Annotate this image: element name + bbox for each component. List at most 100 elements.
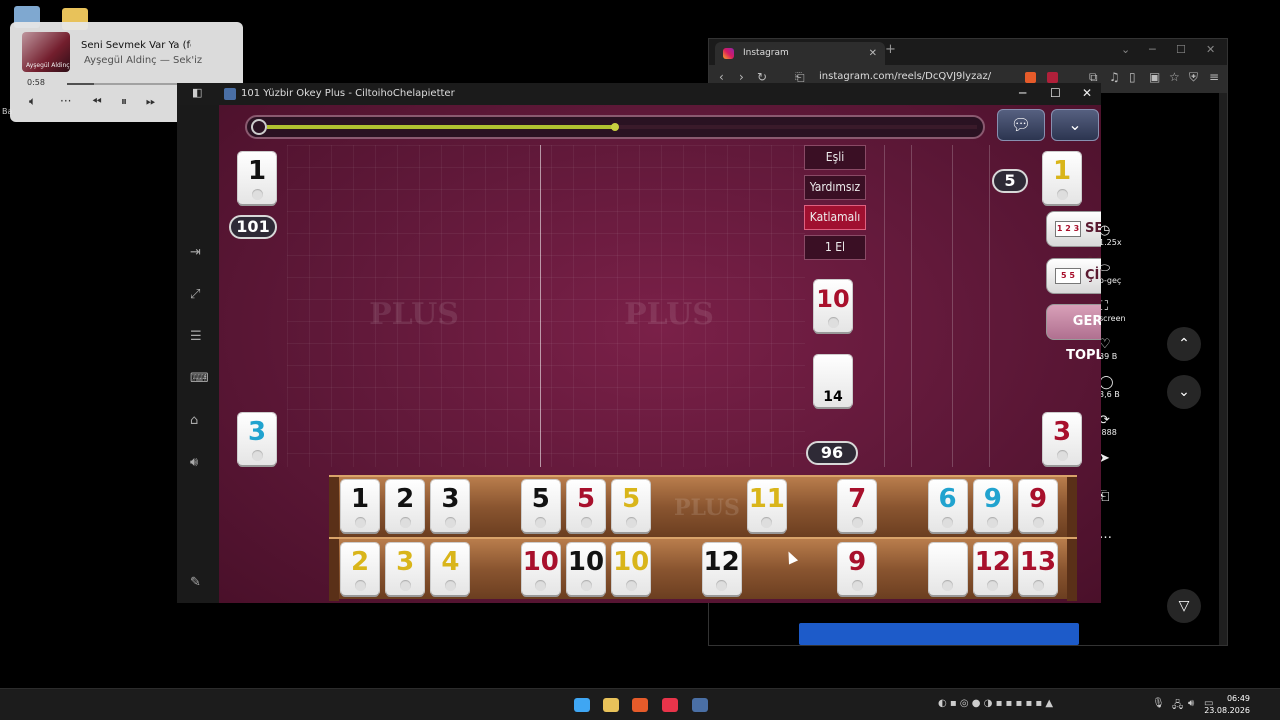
left-player-tile[interactable]: 1 (238, 152, 276, 204)
next-icon[interactable]: ⏩︎ (146, 94, 156, 109)
exit-icon[interactable]: ⇥ (190, 245, 201, 260)
url-field[interactable]: instagram.com/reels/DcQVJ9lyzaz/ (819, 71, 991, 82)
tile-dot (1032, 517, 1044, 528)
wallet-icon[interactable]: ▣ (1149, 70, 1160, 84)
rack-tile[interactable]: 1 (341, 480, 379, 532)
tab-instagram[interactable]: Instagram ✕ (715, 42, 885, 65)
brave-shield-icon[interactable] (1025, 72, 1036, 83)
rack-tile[interactable]: 2 (386, 480, 425, 532)
rack-tile[interactable]: 5 (521, 480, 560, 532)
close-icon[interactable]: ✕ (1206, 43, 1215, 56)
rack-tile[interactable]: 13 (1019, 543, 1057, 595)
reel-action[interactable]: ⟳ .888 (1099, 413, 1129, 437)
tile-value: 3 (247, 417, 267, 447)
reel-action[interactable]: ◷ 1.25x (1099, 223, 1129, 247)
tile-value: 9 (848, 547, 867, 577)
seri-ac-button[interactable]: 1 2 3 SERİ AÇ (1046, 211, 1101, 270)
reel-action[interactable]: ◯ 3,6 B (1099, 375, 1129, 399)
rack-tile[interactable]: 7 (838, 480, 877, 532)
brave-browser-icon[interactable] (632, 698, 648, 712)
reel-action[interactable]: ♡ 39 B (1099, 337, 1129, 361)
rack-tile[interactable]: 5 (567, 480, 605, 532)
rewards-icon[interactable] (1047, 72, 1058, 83)
right-player-tile[interactable]: 1 (1043, 152, 1081, 204)
rack-tile[interactable]: 10 (567, 543, 605, 595)
rack-tile[interactable]: 9 (1019, 480, 1057, 532)
keyboard-icon[interactable]: ⌨ (190, 371, 209, 386)
minimize-icon[interactable]: ─ (1149, 43, 1156, 56)
rack-tile[interactable]: 5 (612, 480, 651, 532)
settings-sliders-icon[interactable]: ☰ (190, 329, 202, 344)
windows-start-icon[interactable] (574, 698, 590, 712)
clock[interactable]: 06:49 23.08.2026 (1204, 693, 1250, 717)
notes-icon[interactable]: ✎ (190, 575, 201, 590)
close-tab-icon[interactable]: ✕ (869, 42, 877, 65)
rack-tile[interactable]: 3 (386, 543, 425, 595)
forward-icon[interactable]: › (739, 70, 744, 84)
scrollbar[interactable] (1219, 93, 1227, 645)
sound-icon[interactable]: 🔊︎ (190, 455, 198, 470)
filter-button[interactable]: ▽ (1167, 589, 1201, 623)
maximize-icon[interactable]: ☐ (1050, 86, 1061, 100)
tile-value: 10 (567, 547, 605, 577)
rack-tile[interactable]: 4 (431, 543, 470, 595)
rack-tile[interactable]: 9 (838, 543, 877, 595)
tile-value: 9 (1028, 484, 1048, 514)
rack-tile[interactable]: 2 (341, 543, 379, 595)
volume-icon[interactable]: 🔊︎ (1188, 698, 1194, 709)
music-icon[interactable]: ♫ (1109, 70, 1120, 84)
reel-action[interactable]: ⬭ o-geç (1099, 261, 1129, 285)
rack-tile[interactable]: 12 (973, 543, 1012, 595)
next-reel-button[interactable]: ⌄ (1167, 375, 1201, 409)
rack-tile[interactable] (928, 543, 967, 595)
tray-icons[interactable]: ◐ ▪ ◎ ● ◑ ▪ ▪ ▪ ▪ ▪ ▲ (938, 698, 1053, 709)
reel-action[interactable]: ⎗ (1099, 489, 1129, 504)
rack-tile[interactable]: 11 (747, 480, 786, 532)
reel-action[interactable]: ➤ (1099, 451, 1129, 466)
tab-list-icon[interactable]: ⌄ (1121, 43, 1130, 56)
music-app-icon[interactable] (662, 698, 678, 712)
pause-icon[interactable]: ⏸︎ (121, 94, 127, 109)
right-bottom-tile[interactable]: 3 (1043, 413, 1081, 465)
rack-tile[interactable]: 10 (521, 543, 560, 595)
previous-reel-button[interactable]: ⌃ (1167, 327, 1201, 361)
sidebar-icon[interactable]: ▯ (1129, 70, 1136, 84)
fullscreen-icon[interactable]: ⤢ (190, 287, 200, 302)
cift-ac-button[interactable]: 5 5 ÇİFT AÇ (1046, 258, 1101, 317)
rack-tile[interactable]: 10 (612, 543, 651, 595)
favorite-icon[interactable]: ☆ (1169, 70, 1180, 84)
new-tab-icon[interactable]: + (885, 42, 896, 57)
tag-icon[interactable]: ⌂ (190, 413, 198, 428)
reel-action-label: .888 (1099, 428, 1117, 437)
close-icon[interactable]: ✕ (1082, 86, 1092, 100)
tile-dot (580, 517, 592, 528)
microphone-icon[interactable]: 🎙︎ (1152, 698, 1165, 709)
file-explorer-icon[interactable] (603, 698, 619, 712)
volume-icon[interactable]: 🔈︎ (29, 94, 36, 109)
menu-icon[interactable]: ≡ (1209, 70, 1219, 84)
network-icon[interactable]: 🖧︎ (1172, 698, 1183, 715)
previous-icon[interactable]: ⏪︎ (92, 94, 102, 109)
reel-action[interactable]: … (1099, 527, 1129, 542)
game-app-icon[interactable] (692, 698, 708, 712)
more-icon[interactable]: ··· (60, 94, 71, 108)
maximize-icon[interactable]: ☐ (1176, 43, 1186, 56)
sidebar-toggle-icon[interactable]: ◧ (192, 86, 202, 99)
minimize-icon[interactable]: ─ (1019, 86, 1026, 100)
back-icon[interactable]: ‹ (719, 70, 724, 84)
shield-icon[interactable]: ⛨ (1189, 70, 1198, 85)
reel-action[interactable]: ⛶ screen (1099, 299, 1129, 323)
rack-tile[interactable]: 9 (973, 480, 1012, 532)
draw-pile-tile[interactable]: 14 (814, 355, 852, 407)
rack-tile[interactable]: 12 (702, 543, 741, 595)
reload-icon[interactable]: ↻ (757, 70, 767, 84)
chat-button[interactable]: 💬︎ (997, 109, 1045, 141)
rack-tile[interactable]: 6 (928, 480, 967, 532)
geri-topla-button[interactable]: GERİ TOPLA (1046, 304, 1101, 363)
clock-date: 23.08.2026 (1204, 706, 1250, 715)
song-artist: Ayşegül Aldinç — Sek'iz (84, 55, 203, 66)
rack-tile[interactable]: 3 (431, 480, 470, 532)
left-bottom-tile[interactable]: 3 (238, 413, 276, 465)
reel-action-icon: … (1099, 527, 1112, 542)
menu-dropdown-button[interactable]: ⌄ (1051, 109, 1099, 141)
